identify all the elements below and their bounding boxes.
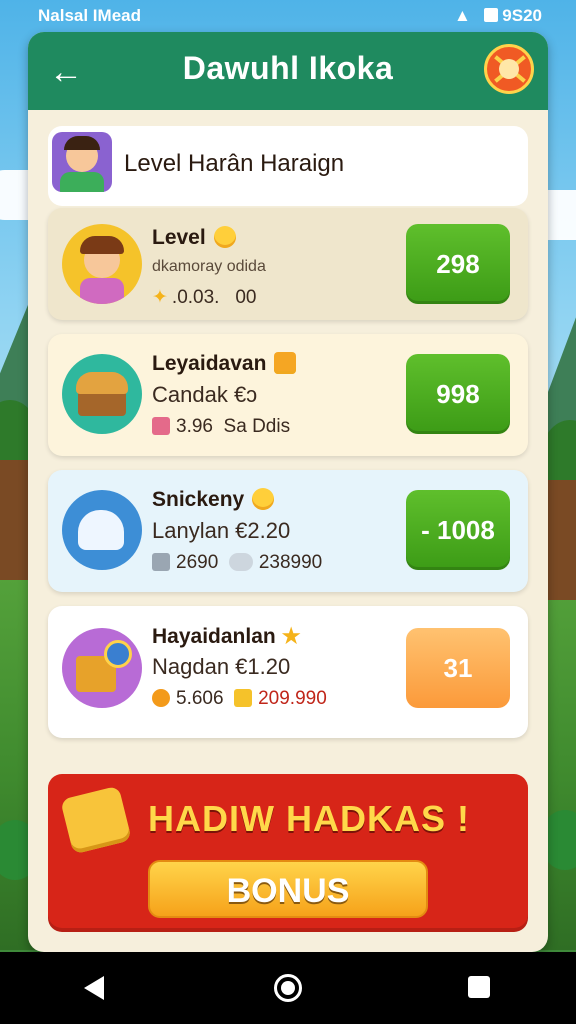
cloud-icon (228, 553, 253, 571)
cube-icon (152, 417, 170, 435)
item-subtitle: Lanylan €2.20 (152, 518, 291, 543)
item-subtitle: Candak €ɔ (152, 382, 258, 407)
emoji-icon (274, 352, 297, 374)
level-banner-title: Level Harân Haraign (124, 150, 345, 177)
avatar-icon (62, 224, 142, 304)
ghost-icon (62, 490, 142, 570)
status-left-text: Nalsal IMead (38, 6, 141, 25)
list-item[interactable]: Hayaidanlan ★ Nagdan €1.20 5.606 209.990 … (48, 606, 528, 738)
android-nav-bar (0, 952, 576, 1024)
bonus-button[interactable]: BONUS (148, 860, 428, 918)
item-meta: ✦ .0.03. 00 (152, 287, 257, 308)
hut (0, 460, 30, 580)
nav-back-icon[interactable] (84, 976, 104, 1000)
price-button[interactable]: 298 (406, 224, 510, 304)
signal-icon: ▲ (454, 6, 471, 25)
list-item[interactable]: Level dkamoray odida ✦ .0.03. 00 298 (48, 208, 528, 320)
item-name: Level (152, 226, 236, 250)
coin-icon (152, 689, 170, 707)
avatar (52, 132, 112, 192)
item-name: Leyaidavan (152, 352, 297, 376)
gift-box-icon (62, 628, 142, 708)
nav-recents-icon[interactable] (468, 976, 490, 998)
item-name: Hayaidanlan ★ (152, 625, 301, 648)
status-bar: Nalsal IMead ▲ 9S20 (0, 0, 576, 32)
price-button[interactable]: 998 (406, 354, 510, 434)
star-icon: ★ (281, 625, 301, 648)
hand-icon (234, 689, 253, 707)
status-time: 9S20 (502, 6, 542, 25)
treasure-chest-icon (62, 354, 142, 434)
item-meta: 3.96 Sa Ddis (152, 416, 290, 438)
main-panel: ← Dawuhl Ikoka Level Harân Haraign Level… (28, 32, 548, 952)
mascot-icon[interactable] (484, 44, 534, 94)
item-subtitle: Nagdan €1.20 (152, 654, 291, 679)
price-button[interactable]: 31 (406, 628, 510, 708)
price-button[interactable]: - 1008 (406, 490, 510, 570)
item-name: Snickeny (152, 488, 275, 512)
item-subtitle: dkamoray odida (152, 258, 266, 275)
item-meta: 5.606 209.990 (152, 688, 327, 710)
smiley-icon (252, 488, 275, 510)
status-right: ▲ 9S20 (454, 6, 542, 26)
smiley-icon (213, 226, 236, 248)
bonus-banner: HADIW HADKAS ! BONUS (48, 774, 528, 932)
nav-home-icon[interactable] (274, 974, 302, 1002)
battery-icon (483, 8, 498, 22)
bonus-title: HADIW HADKAS ! (148, 798, 470, 839)
cube-icon (152, 553, 170, 571)
item-meta: 2690 238990 (152, 552, 322, 574)
list-item[interactable]: Leyaidavan Candak €ɔ 3.96 Sa Ddis 998 (48, 334, 528, 456)
page-title: Dawuhl Ikoka (182, 50, 394, 86)
header: ← Dawuhl Ikoka (28, 32, 548, 110)
hut (548, 480, 576, 600)
stars-icon: ✦ (152, 287, 168, 308)
list-item[interactable]: Snickeny Lanylan €2.20 2690 238990 - 100… (48, 470, 528, 592)
bonus-badge-icon (60, 785, 132, 855)
level-banner: Level Harân Haraign (48, 126, 528, 206)
